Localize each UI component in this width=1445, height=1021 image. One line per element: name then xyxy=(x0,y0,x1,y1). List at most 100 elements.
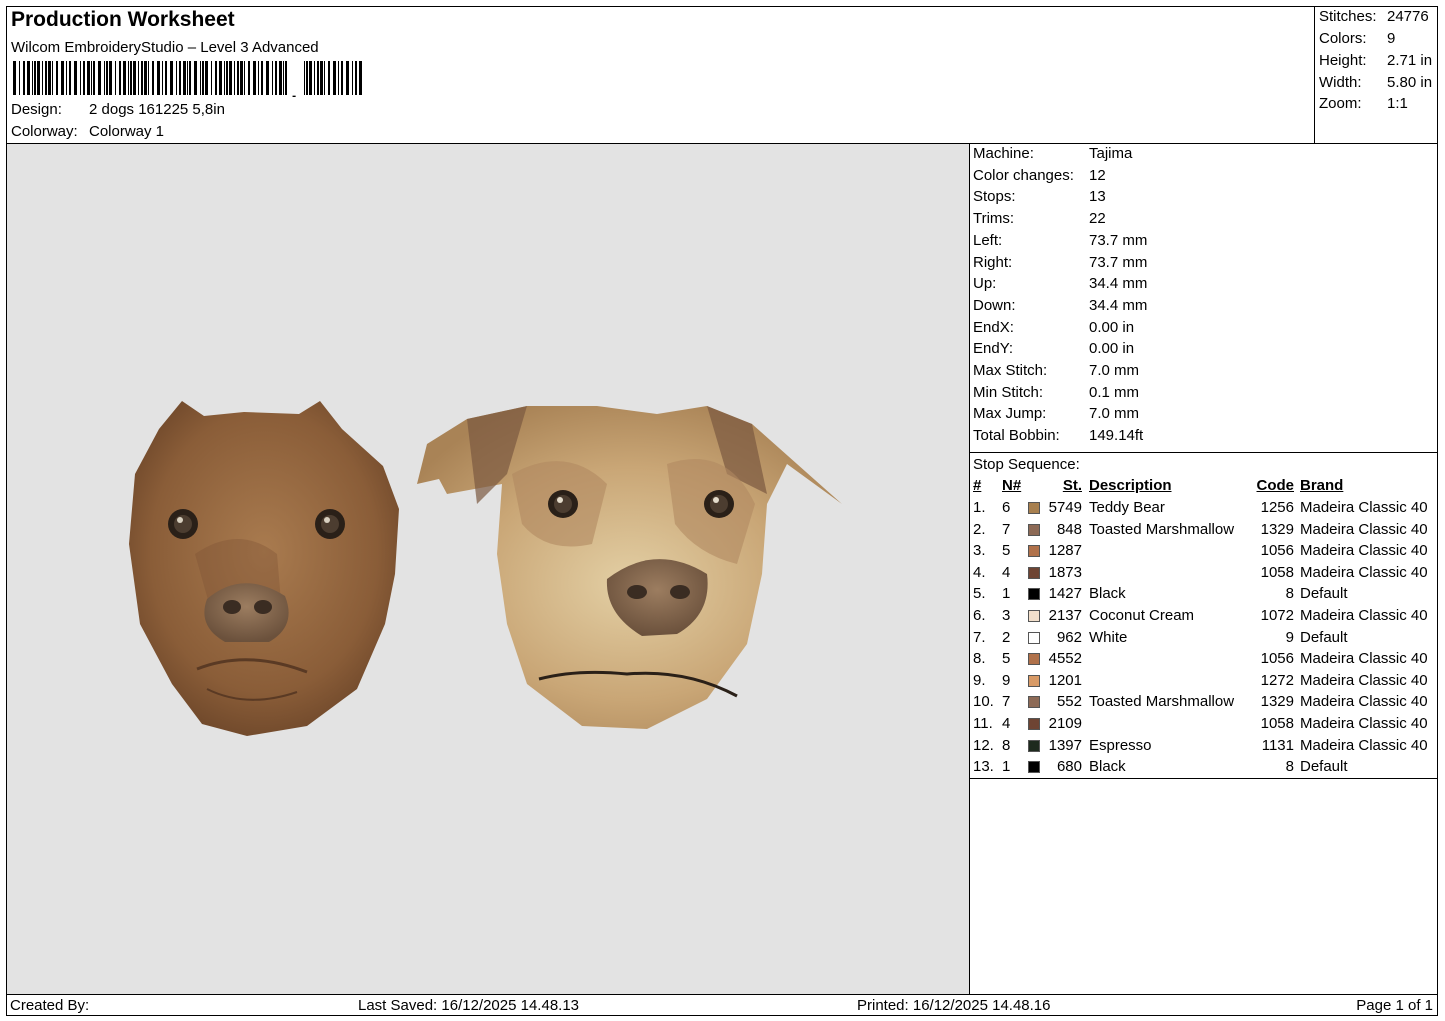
row-index: 12. xyxy=(973,736,994,754)
barcode-bar xyxy=(183,61,186,95)
info-value: 34.4 mm xyxy=(1089,275,1148,293)
barcode-bar xyxy=(338,61,339,95)
row-code: 1058 xyxy=(1260,715,1294,732)
barcode-bar xyxy=(32,61,33,95)
barcode-bar xyxy=(148,61,149,95)
row-brand: Madeira Classic 40 xyxy=(1300,563,1428,581)
stop-sequence-row: 4. 4 1873 1058 Madeira Classic 40 xyxy=(970,564,1437,584)
info-value: 0.00 in xyxy=(1089,340,1135,358)
stat-stitches: Stitches: 24776 xyxy=(1319,8,1429,25)
info-label: Max Stitch: xyxy=(973,362,1048,379)
row-needle: 3 xyxy=(1002,607,1011,624)
info-label: Down: xyxy=(973,296,1016,314)
row-brand: Madeira Classic 40 xyxy=(1300,715,1428,732)
barcode-bar xyxy=(56,61,58,95)
info-label: Max Jump: xyxy=(973,405,1047,423)
barcode-bar xyxy=(200,61,201,95)
stop-sequence-row: 7. 2 962 White 9 Default xyxy=(970,629,1437,649)
stat-value: 2.71 in xyxy=(1387,52,1433,69)
row-brand: Madeira Classic 40 xyxy=(1300,499,1428,516)
row-needle: 4 xyxy=(1002,715,1011,732)
barcode-bar xyxy=(202,61,204,95)
machine-info-row: Max Jump: 7.0 mm xyxy=(973,405,1139,422)
thread-color-swatch xyxy=(1028,739,1040,752)
stat-value: 9 xyxy=(1387,30,1396,47)
barcode-bar xyxy=(52,61,53,95)
design-preview xyxy=(7,144,970,994)
machine-info-row: Machine: Tajima xyxy=(973,145,1132,162)
barcode-bar xyxy=(123,61,126,95)
barcode-bar xyxy=(211,61,212,95)
barcode-bar xyxy=(352,61,353,95)
info-label: Color changes: xyxy=(973,166,1074,184)
barcode-bar xyxy=(13,61,16,95)
row-needle: 7 xyxy=(1002,520,1011,538)
info-label: Stops: xyxy=(973,188,1016,206)
barcode-bar xyxy=(170,61,173,95)
barcode-bar xyxy=(333,61,336,95)
barcode-bar xyxy=(253,61,256,95)
stop-sequence-row: 2. 7 848 Toasted Marshmallow 1329 Madeira Cla… xyxy=(970,521,1437,541)
row-needle: 6 xyxy=(1002,499,1011,516)
info-value: 0.00 in xyxy=(1089,318,1135,336)
row-index: 1. xyxy=(973,499,986,516)
info-value: 7.0 mm xyxy=(1089,405,1140,423)
svg-text:,: , xyxy=(291,79,297,97)
info-value: 34.4 mm xyxy=(1089,296,1148,314)
stop-sequence-row: 12. 8 1397 Espresso 1131 Madeira Classic 40 xyxy=(970,737,1437,757)
row-code: 1056 xyxy=(1260,650,1294,668)
row-brand: Madeira Classic 40 xyxy=(1300,693,1428,711)
thread-color-swatch xyxy=(1028,502,1040,514)
thread-color-swatch xyxy=(1028,523,1040,536)
barcode-bar xyxy=(42,61,43,95)
thread-color-swatch xyxy=(1028,696,1040,709)
info-value: 0.1 mm xyxy=(1089,383,1140,401)
machine-info-row: EndX: 0.00 in xyxy=(973,319,1134,336)
barcode-bar xyxy=(83,61,85,95)
dog-right xyxy=(417,406,842,729)
barcode-bar xyxy=(309,61,312,95)
stop-sequence-row: 13. 1 680 Black 8 Default xyxy=(970,758,1437,778)
row-needle: 2 xyxy=(1002,628,1011,646)
row-brand: Madeira Classic 40 xyxy=(1300,520,1428,538)
barcode-bar xyxy=(187,61,188,95)
barcode-bar xyxy=(226,61,228,95)
barcode-bar xyxy=(157,61,160,95)
machine-info-row: Left: 73.7 mm xyxy=(973,232,1147,249)
section-divider xyxy=(970,452,1437,453)
machine-info-row: Min Stitch: 0.1 mm xyxy=(973,384,1139,401)
row-index: 10. xyxy=(973,693,994,711)
row-stitches: 2137 xyxy=(1048,607,1082,624)
last-saved: Last Saved: 16/12/2025 14.48.13 xyxy=(358,997,580,1014)
row-index: 8. xyxy=(973,650,986,668)
barcode-bar xyxy=(285,61,287,95)
row-stitches: 1427 xyxy=(1048,585,1082,603)
barcode-bar xyxy=(23,61,25,95)
design-label: Design: xyxy=(11,101,62,118)
row-needle: 1 xyxy=(1002,758,1011,776)
stat-label: Height: xyxy=(1319,52,1367,69)
row-description: Espresso xyxy=(1089,736,1152,754)
barcode-bar xyxy=(234,61,235,95)
row-index: 7. xyxy=(973,628,986,646)
machine-info-row: Stops: 13 xyxy=(973,188,1106,205)
stop-sequence-row: 8. 5 4552 1056 Madeira Classic 40 xyxy=(970,650,1437,670)
info-label: EndY: xyxy=(973,340,1014,358)
barcode-bar xyxy=(106,61,108,95)
thread-color-swatch xyxy=(1028,761,1040,774)
colorway-label: Colorway: xyxy=(11,123,78,140)
machine-info-row: Total Bobbin: 149.14ft xyxy=(973,427,1143,444)
created-by: Created By: xyxy=(10,997,90,1014)
barcode-bar xyxy=(266,61,269,95)
barcode-bar xyxy=(229,61,232,95)
row-description: White xyxy=(1089,628,1128,646)
stop-sequence-row: 5. 1 1427 Black 8 Default xyxy=(970,585,1437,605)
row-brand: Default xyxy=(1300,585,1348,603)
page-number: Page 1 of 1 xyxy=(1356,997,1433,1014)
row-description: Black xyxy=(1089,585,1126,603)
row-brand: Madeira Classic 40 xyxy=(1300,607,1428,624)
barcode-bar xyxy=(130,61,132,95)
colorway-row: Colorway: Colorway 1 xyxy=(11,123,164,140)
stat-label: Stitches: xyxy=(1319,8,1377,25)
machine-info-row: Down: 34.4 mm xyxy=(973,297,1147,314)
